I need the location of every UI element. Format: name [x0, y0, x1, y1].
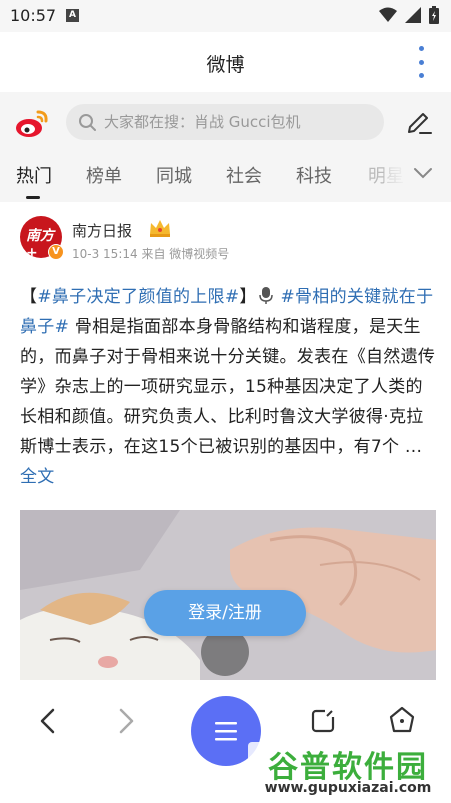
verified-icon: V	[48, 244, 64, 260]
app-header: 微博	[0, 32, 451, 93]
search-row	[0, 92, 451, 154]
login-register-button[interactable]: 登录/注册	[144, 590, 306, 636]
back-arrow-icon[interactable]	[38, 708, 58, 734]
tab-ranking[interactable]: 榜单	[86, 162, 122, 188]
wifi-icon	[379, 7, 397, 22]
home-icon[interactable]	[388, 706, 416, 734]
status-time: 10:57	[10, 6, 57, 25]
chevron-down-icon[interactable]	[413, 166, 433, 180]
search-input[interactable]	[102, 112, 366, 132]
channel-tabs: 热门 榜单 同城 社会 科技 明星	[0, 154, 451, 202]
more-options-icon[interactable]	[417, 46, 425, 78]
search-icon	[79, 114, 96, 131]
status-icons	[379, 6, 439, 24]
tab-technology[interactable]: 科技	[296, 162, 332, 188]
tab-local[interactable]: 同城	[156, 162, 192, 188]
notification-icon: A	[66, 9, 79, 22]
signal-icon	[405, 7, 421, 23]
menu-icon	[215, 722, 237, 741]
watermark: 谷普软件园 www.gupuxiazai.com	[248, 742, 448, 798]
tab-society[interactable]: 社会	[226, 162, 262, 188]
post-body: 骨相是指面部本身骨骼结构和谐程度，是天生的，而鼻子对于骨相来说十分关键。发表在《…	[20, 317, 436, 457]
battery-icon	[429, 6, 439, 24]
compose-icon[interactable]	[405, 107, 433, 135]
author-name[interactable]: 南方日报	[72, 220, 132, 241]
post-text: 【#鼻子决定了颜值的上限#】 #骨相的关键就在于鼻子# 骨相是指面部本身骨骼结构…	[20, 282, 438, 492]
tabs-icon[interactable]	[310, 708, 336, 734]
watermark-url: www.gupuxiazai.com	[264, 780, 432, 796]
active-tab-indicator	[26, 196, 40, 199]
full-text-link[interactable]: 全文	[20, 467, 55, 487]
bracket-close: 】	[239, 287, 257, 307]
bracket-open: 【	[20, 287, 38, 307]
tab-hot[interactable]: 热门	[16, 162, 52, 188]
search-box[interactable]	[66, 104, 384, 140]
crown-icon	[150, 220, 170, 237]
page-title: 微博	[206, 54, 245, 76]
post-meta: 10-3 15:14 来自 微博视频号	[72, 247, 230, 261]
forward-arrow-icon[interactable]	[116, 708, 136, 734]
hashtag-link[interactable]: #鼻子决定了颜值的上限#	[37, 287, 239, 307]
status-bar: 10:57 A	[0, 0, 451, 32]
weibo-logo-icon[interactable]	[14, 106, 50, 140]
microphone-icon	[258, 287, 273, 304]
